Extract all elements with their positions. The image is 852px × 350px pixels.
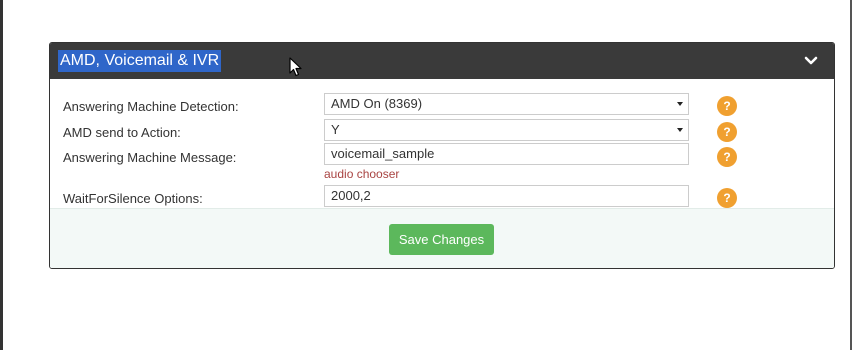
- save-changes-button[interactable]: Save Changes: [389, 224, 494, 255]
- amd-send-to-action-value: Y: [331, 122, 340, 137]
- answering-machine-message-value: voicemail_sample: [331, 146, 435, 161]
- page: AMD, Voicemail & IVR Answering Machine D…: [0, 0, 852, 350]
- caret-down-icon: [677, 102, 683, 106]
- wait-for-silence-input[interactable]: 2000,2: [324, 185, 689, 207]
- wait-for-silence-label: WaitForSilence Options:: [63, 191, 203, 206]
- left-border: [0, 0, 3, 350]
- mouse-cursor-icon: [289, 57, 302, 77]
- wait-for-silence-value: 2000,2: [331, 188, 371, 203]
- panel-header[interactable]: AMD, Voicemail & IVR: [50, 43, 834, 79]
- amd-send-to-action-help-icon[interactable]: ?: [717, 122, 737, 142]
- answering-machine-message-label: Answering Machine Message:: [63, 150, 237, 165]
- answering-machine-detection-value: AMD On (8369): [331, 96, 423, 111]
- panel-title: AMD, Voicemail & IVR: [58, 50, 222, 72]
- amd-send-to-action-label: AMD send to Action:: [63, 125, 181, 140]
- amd-send-to-action-select[interactable]: Y: [324, 119, 689, 141]
- panel-body: Answering Machine Detection: AMD On (836…: [50, 79, 834, 208]
- answering-machine-detection-help-icon[interactable]: ?: [717, 96, 737, 116]
- answering-machine-detection-select[interactable]: AMD On (8369): [324, 93, 689, 115]
- panel-footer: Save Changes: [50, 208, 834, 268]
- amd-voicemail-ivr-panel: AMD, Voicemail & IVR Answering Machine D…: [49, 42, 835, 269]
- chevron-down-icon[interactable]: [803, 53, 819, 69]
- answering-machine-detection-label: Answering Machine Detection:: [63, 99, 239, 114]
- answering-machine-message-help-icon[interactable]: ?: [717, 147, 737, 167]
- audio-chooser-link[interactable]: audio chooser: [324, 166, 399, 182]
- wait-for-silence-help-icon[interactable]: ?: [717, 188, 737, 208]
- answering-machine-message-input[interactable]: voicemail_sample: [324, 143, 689, 165]
- caret-down-icon: [677, 128, 683, 132]
